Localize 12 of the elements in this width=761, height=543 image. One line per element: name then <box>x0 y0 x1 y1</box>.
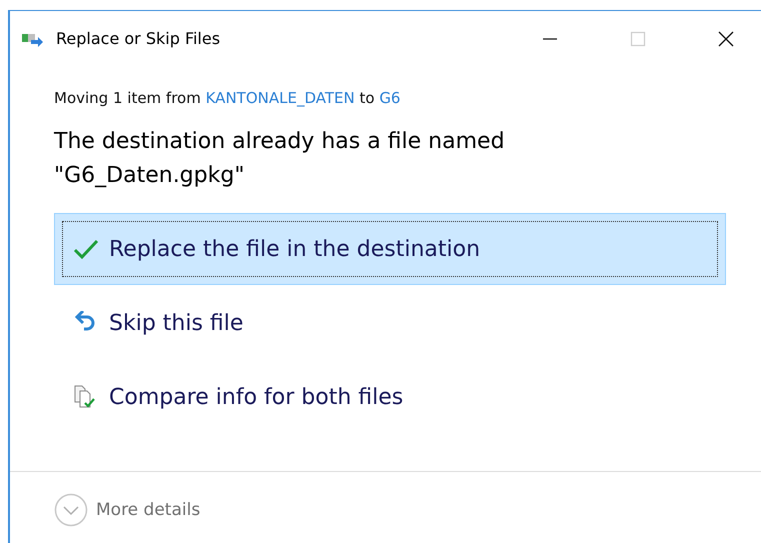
chevron-circle-icon <box>54 493 88 527</box>
close-icon <box>718 30 734 46</box>
status-text: Moving 1 item from KANTONALE_DATEN to G6 <box>54 89 402 107</box>
checkmark-icon <box>73 238 99 260</box>
more-details-button[interactable]: More details <box>54 493 200 527</box>
source-link[interactable]: KANTONALE_DATEN <box>206 89 355 107</box>
option-button[interactable]: Replace the file in the destination <box>54 213 726 285</box>
destination-link[interactable]: G6 <box>379 89 400 107</box>
dialog-heading: The destination already has a file named "G6_Daten.gpkg" <box>54 128 506 190</box>
window-title: Replace or Skip Files <box>56 29 220 48</box>
minimize-icon <box>542 38 558 40</box>
maximize-icon <box>630 30 646 46</box>
